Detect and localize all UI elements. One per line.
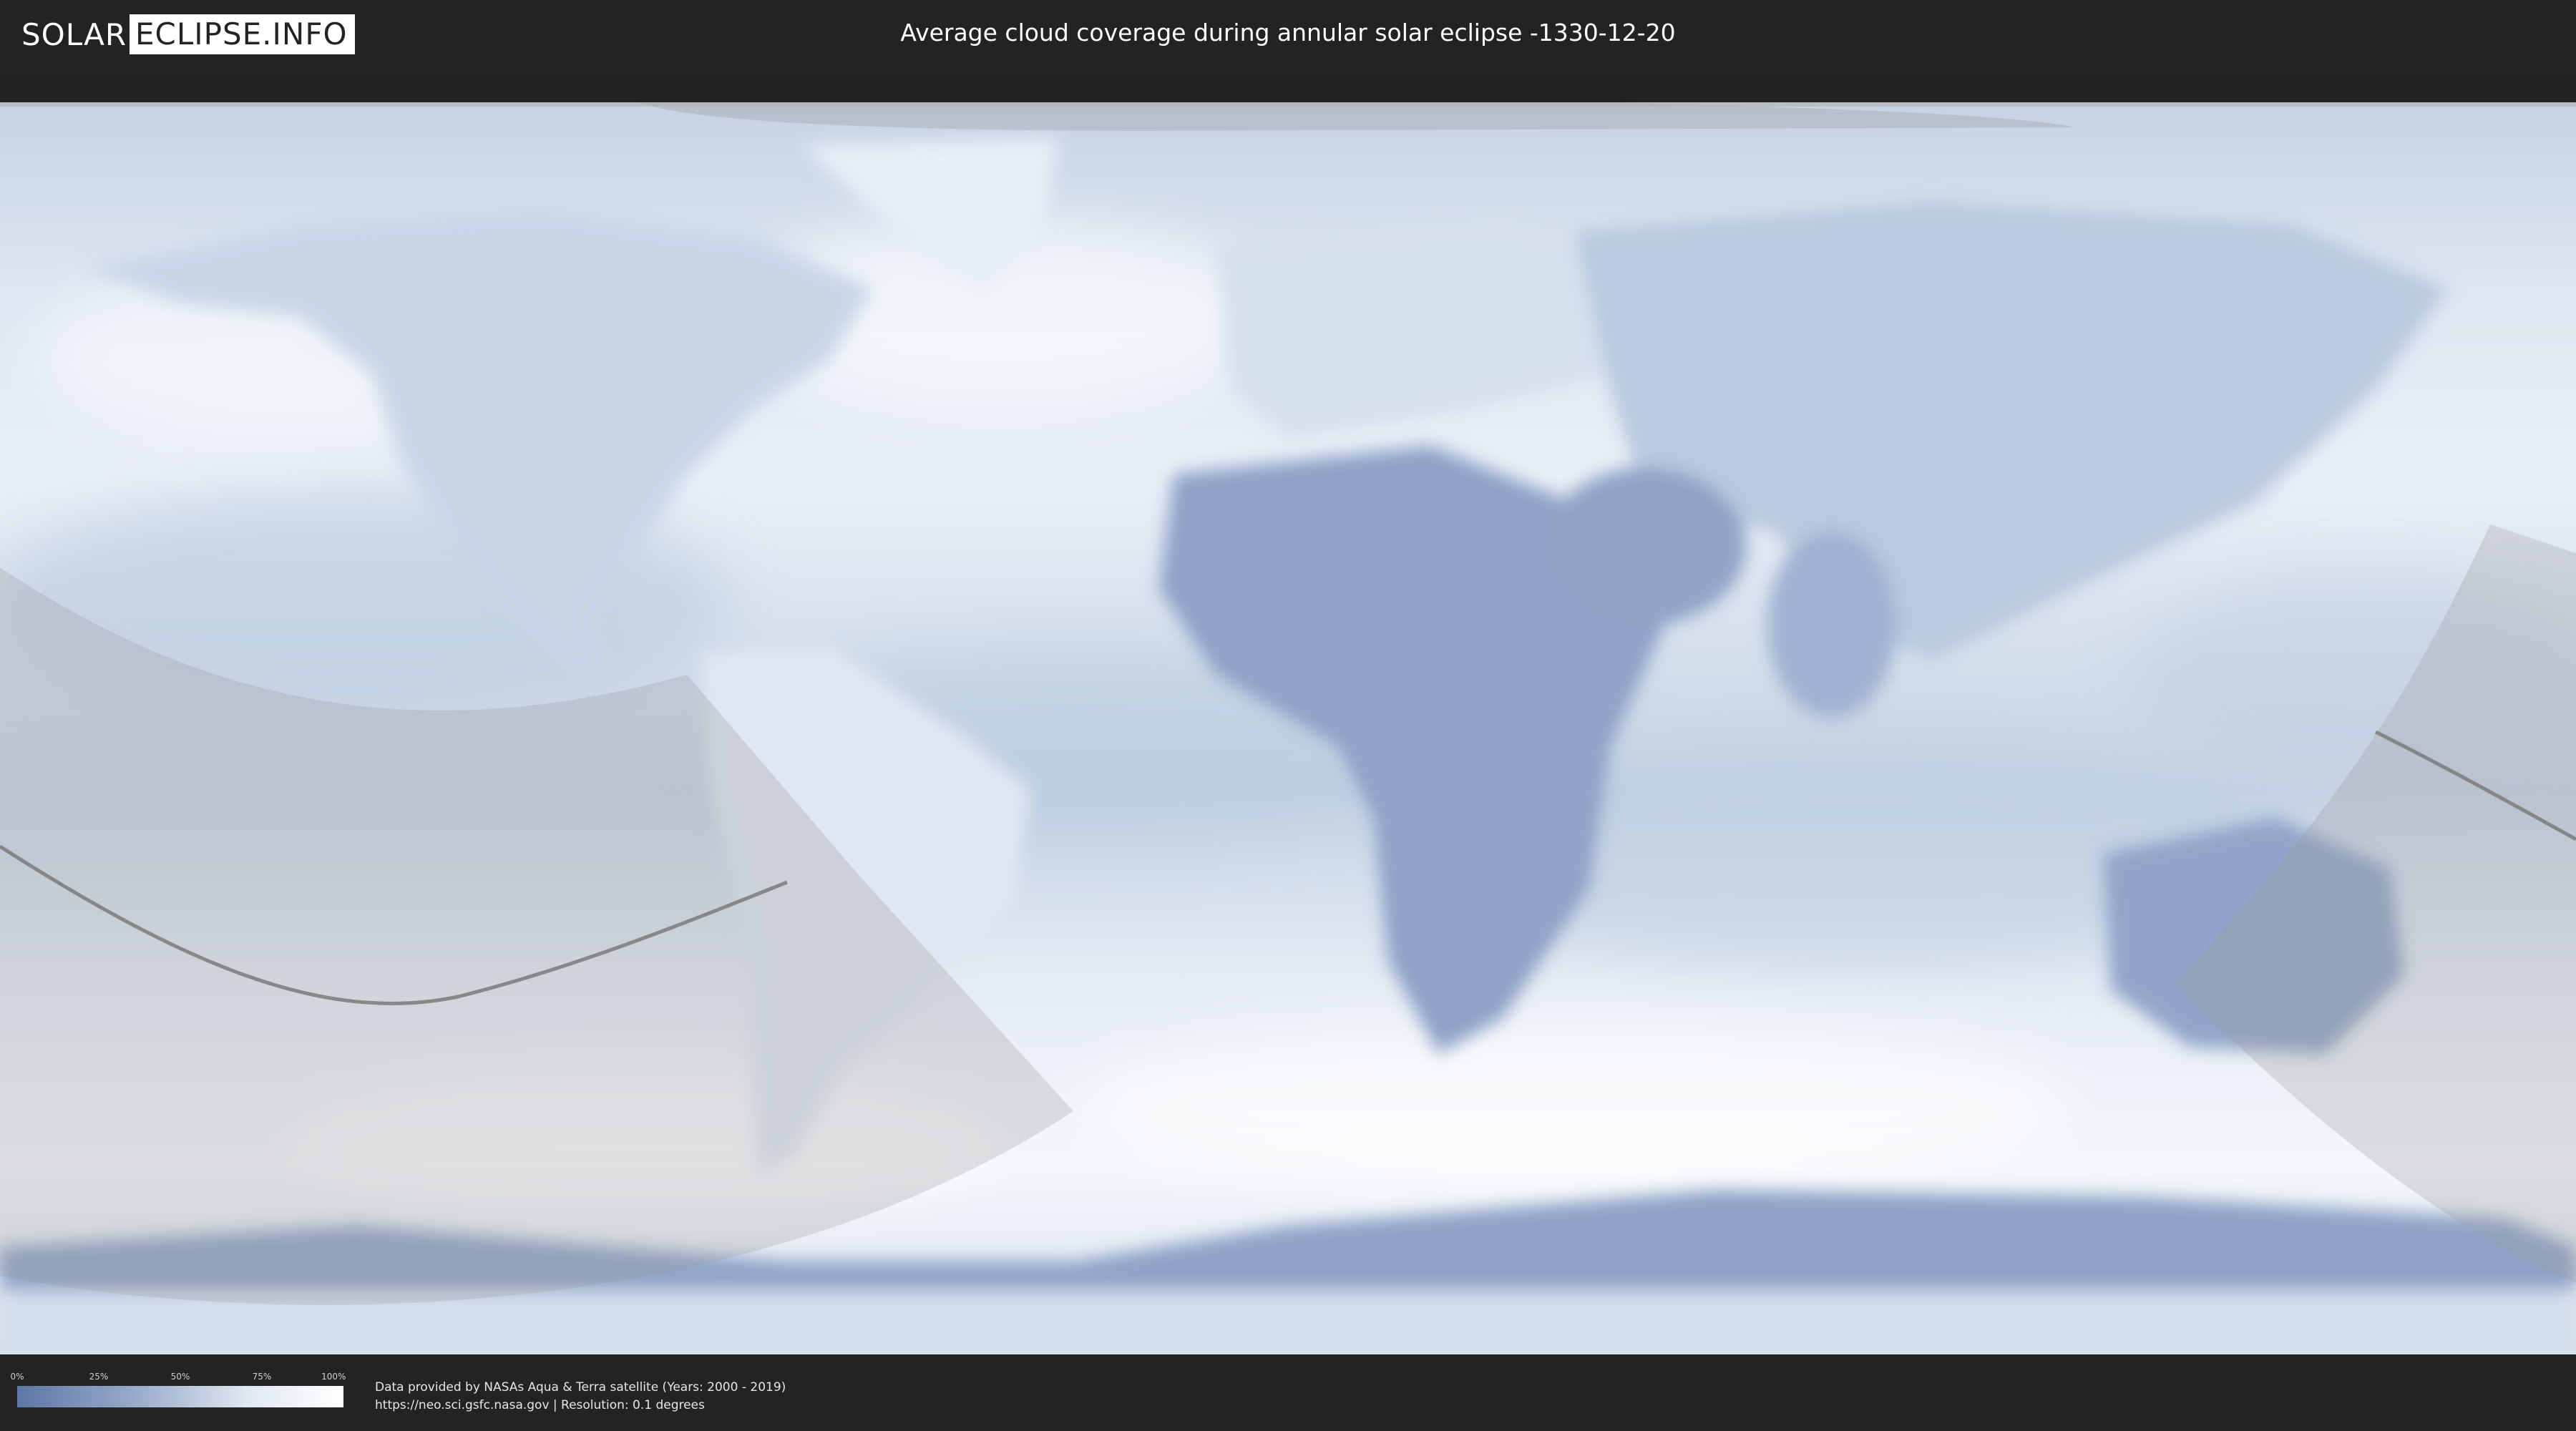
footer-bar: 0% 25% 50% 75% 100% Data provided by NAS… [0,1356,2576,1431]
credits-line-1: Data provided by NASAs Aqua & Terra sate… [375,1380,786,1395]
header-bar: SOLAR ECLIPSE.INFO Average cloud coverag… [0,0,2576,72]
cloud-coverage-map[interactable] [0,102,2576,1354]
legend-tick-100: 100% [321,1372,346,1382]
cloud-coverage-legend: 0% 25% 50% 75% 100% [10,1372,346,1407]
legend-tick-25: 25% [89,1372,109,1382]
legend-color-bar [17,1386,343,1407]
data-credits: Data provided by NASAs Aqua & Terra sate… [375,1379,786,1415]
legend-tick-50: 50% [170,1372,190,1382]
legend-tick-0: 0% [10,1372,24,1382]
legend-tick-75: 75% [252,1372,272,1382]
page-title: Average cloud coverage during annular so… [900,19,1676,47]
credits-line-2[interactable]: https://neo.sci.gsfc.nasa.gov | Resoluti… [375,1397,786,1415]
legend-ticks: 0% 25% 50% 75% 100% [10,1372,346,1383]
